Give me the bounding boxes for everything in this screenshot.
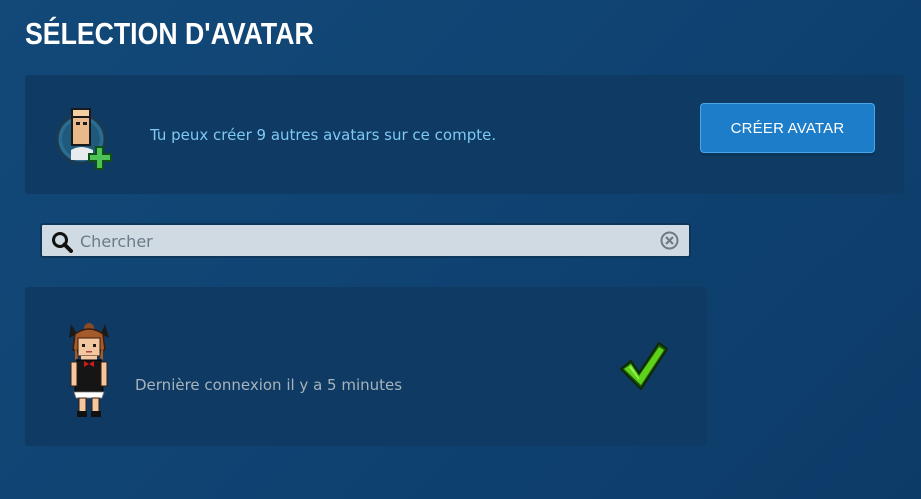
create-avatar-panel: Tu peux créer 9 autres avatars sur ce co… <box>25 75 904 194</box>
avatar-add-icon <box>55 108 112 170</box>
create-info-text: Tu peux créer 9 autres avatars sur ce co… <box>150 126 497 144</box>
search-icon <box>52 232 73 253</box>
search-input[interactable] <box>78 227 652 256</box>
search-bar <box>40 223 691 258</box>
create-avatar-button[interactable]: CRÉER AVATAR <box>700 103 875 153</box>
avatar-card[interactable]: Dernière connexion il y a 5 minutes <box>25 287 707 446</box>
checkmark-icon <box>620 342 668 390</box>
clear-icon[interactable] <box>660 231 679 250</box>
page-title: SÉLECTION D'AVATAR <box>25 16 314 51</box>
avatar-figure <box>69 323 109 417</box>
last-login-text: Dernière connexion il y a 5 minutes <box>135 376 403 394</box>
